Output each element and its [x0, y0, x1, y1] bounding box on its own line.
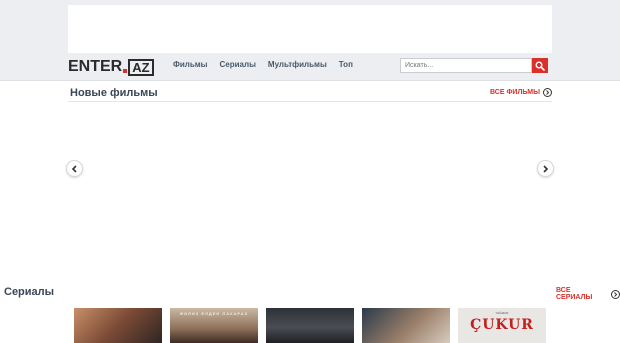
series-poster[interactable]: [266, 308, 354, 343]
nav-item-top[interactable]: Топ: [339, 60, 353, 70]
chevron-right-icon: [543, 164, 549, 173]
series-poster[interactable]: ФИЛИЗ ЕЛДЕН ЛАКАРАЗ: [170, 308, 258, 343]
magnifier-icon: [535, 61, 545, 71]
poster-caption: ÇUKUR: [470, 317, 534, 333]
chevron-right-circle-icon: [611, 289, 620, 299]
all-series-link[interactable]: ВСЕ СЕРИАЛЫ: [556, 287, 620, 301]
logo-dot: [123, 69, 128, 73]
all-films-label: ВСЕ ФИЛЬМЫ: [490, 89, 540, 96]
nav-item-series[interactable]: Сериалы: [220, 60, 256, 70]
series-poster[interactable]: [74, 308, 162, 343]
main-nav: Фильмы Сериалы Мультфильмы Топ: [173, 60, 365, 70]
series-title: Сериалы: [4, 286, 55, 298]
nav-item-films[interactable]: Фильмы: [173, 60, 208, 70]
ad-banner: [68, 5, 552, 53]
chevron-right-circle-icon: [542, 88, 552, 97]
all-series-label: ВСЕ СЕРИАЛЫ: [556, 287, 593, 301]
logo-enter-text: ENTER: [68, 58, 123, 75]
poster-caption: ФИЛИЗ ЕЛДЕН ЛАКАРАЗ: [179, 311, 249, 316]
series-posters: ФИЛИЗ ЕЛДЕН ЛАКАРАЗ YAĞMUR ÇUKUR: [74, 308, 546, 343]
section-divider: [68, 101, 552, 102]
carousel-prev-button[interactable]: [66, 160, 83, 177]
series-poster[interactable]: [362, 308, 450, 343]
poster-subcaption: YAĞMUR: [495, 311, 509, 315]
search-box: [400, 58, 548, 73]
chevron-left-icon: [71, 164, 77, 173]
new-films-title: Новые фильмы: [70, 87, 158, 99]
logo-az-text: AZ: [128, 58, 154, 76]
nav-item-cartoons[interactable]: Мультфильмы: [268, 60, 327, 70]
site-logo[interactable]: ENTER AZ: [68, 58, 154, 76]
carousel-next-button[interactable]: [537, 160, 554, 177]
all-films-link[interactable]: ВСЕ ФИЛЬМЫ: [490, 88, 552, 97]
search-input[interactable]: [400, 58, 532, 73]
series-poster[interactable]: YAĞMUR ÇUKUR: [458, 308, 546, 343]
search-button[interactable]: [532, 58, 548, 73]
